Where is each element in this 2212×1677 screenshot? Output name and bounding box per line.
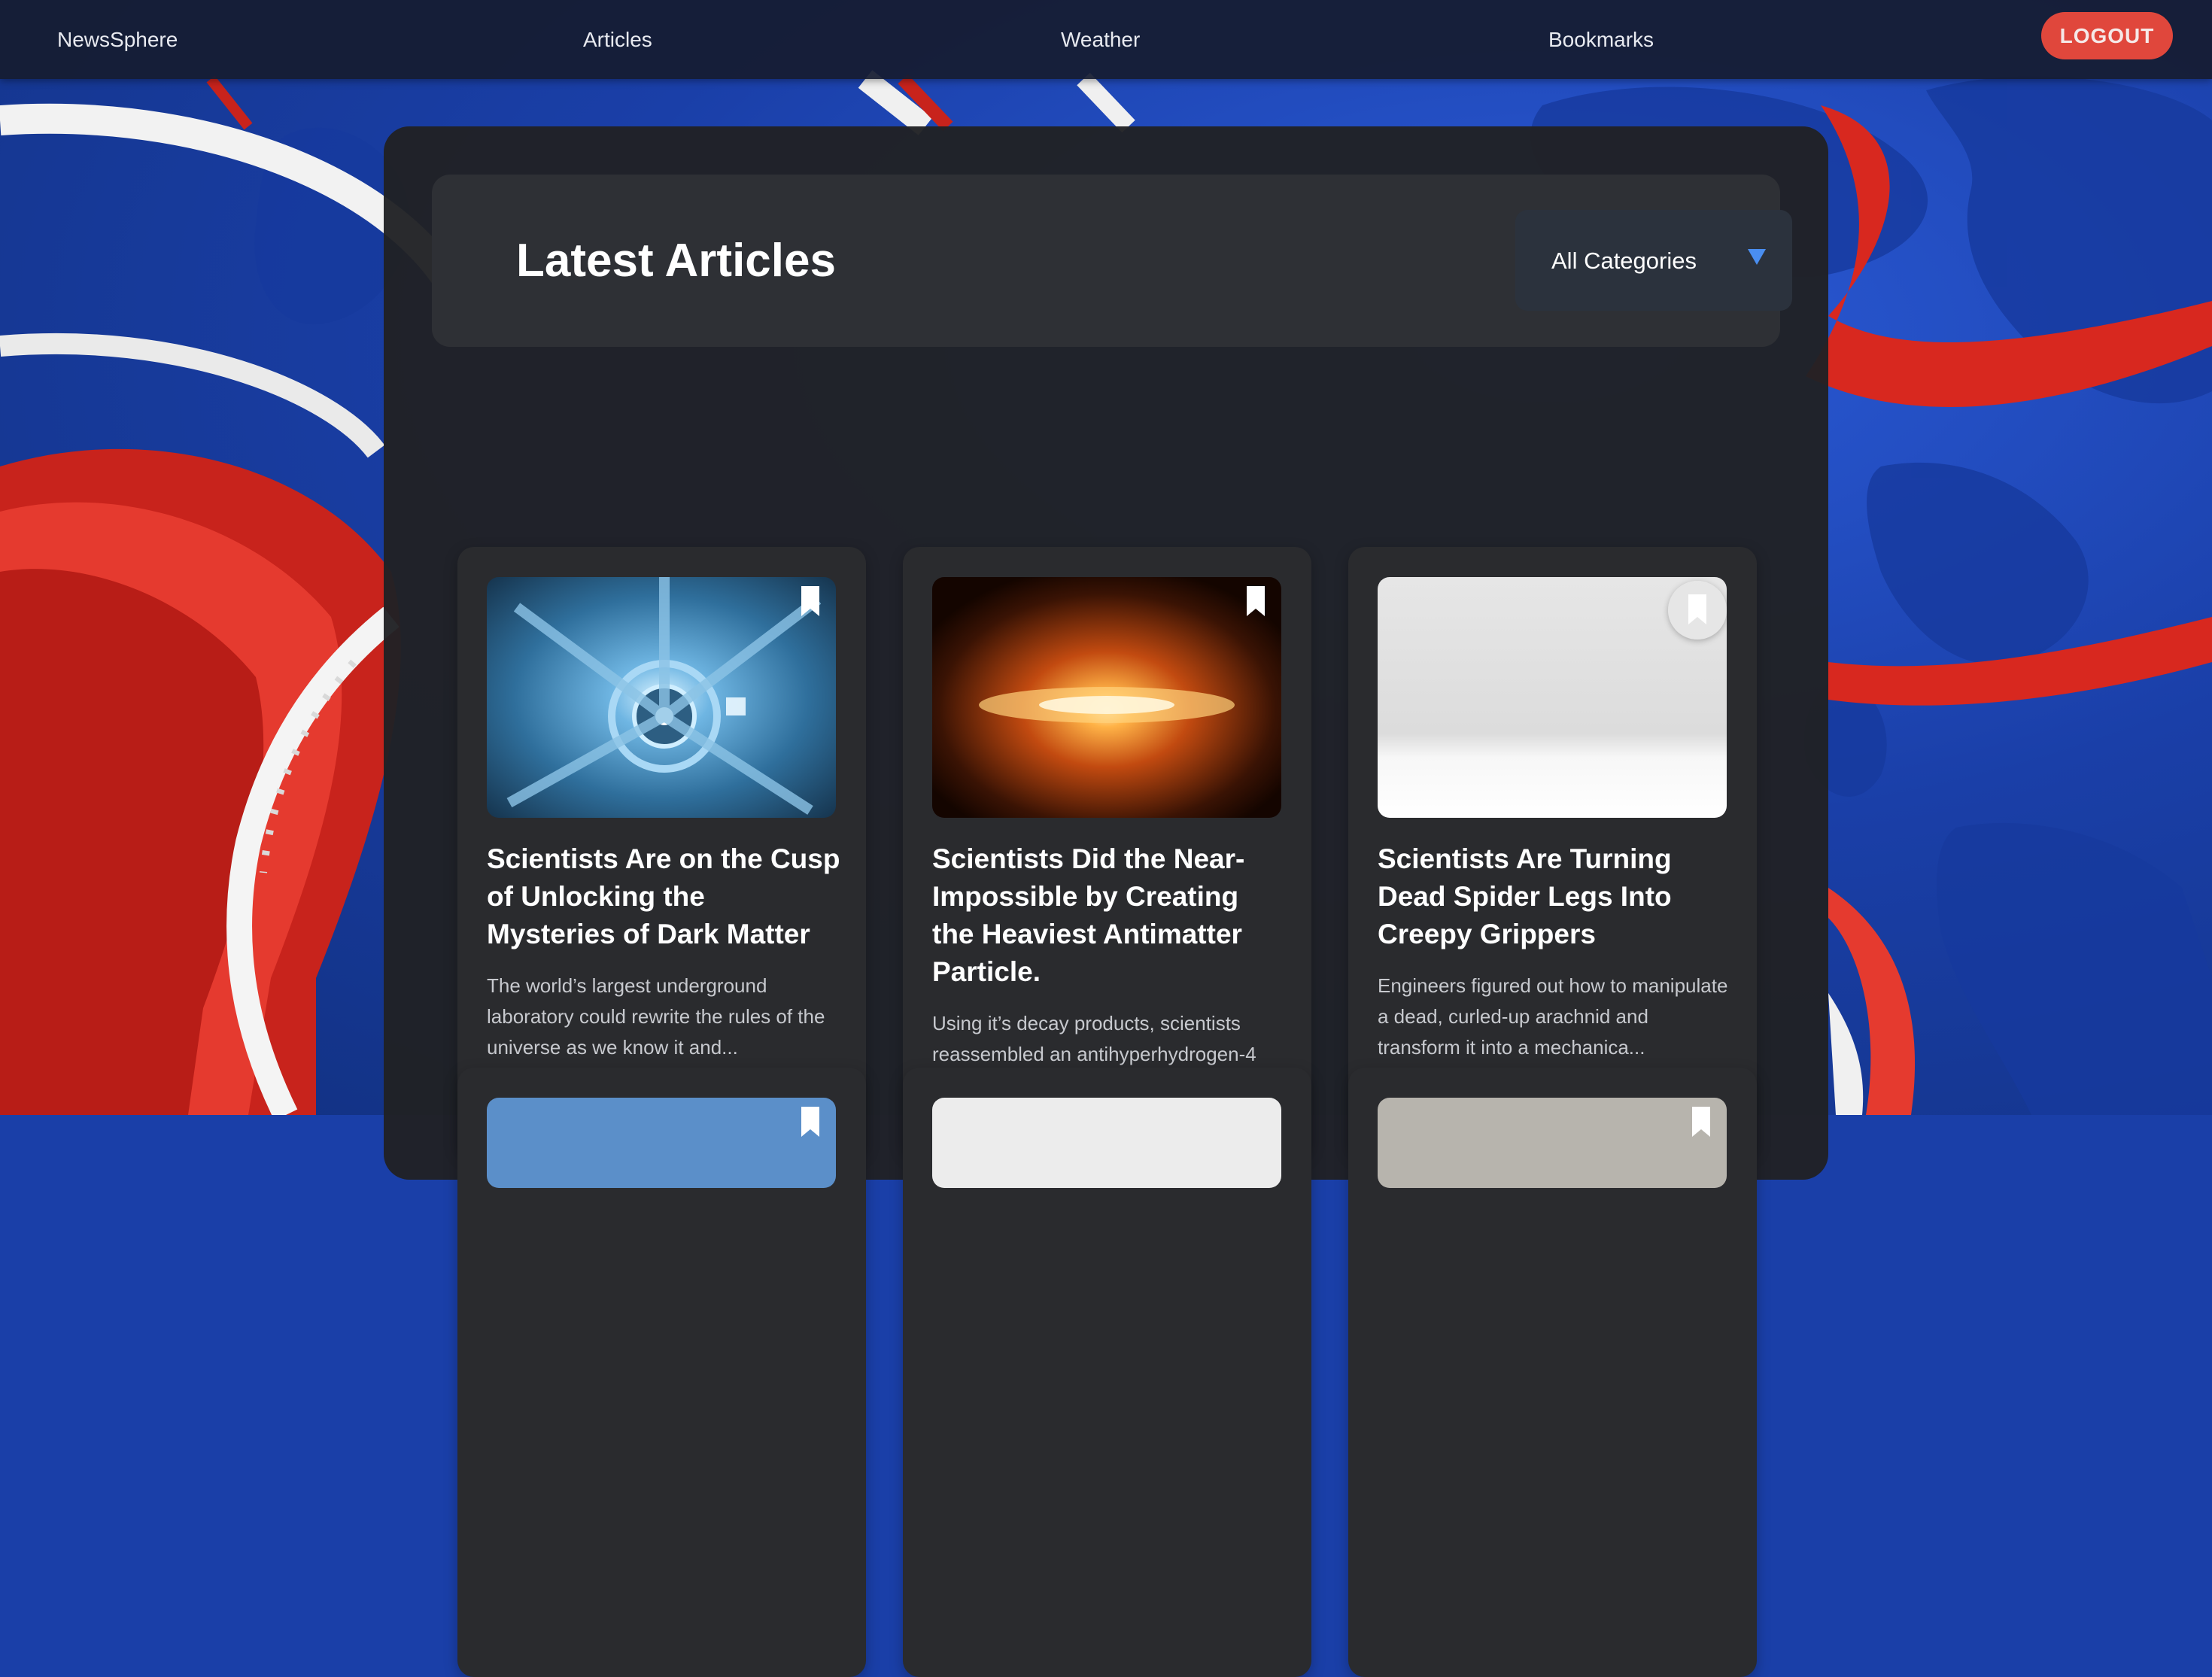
articles-panel: Latest Articles All Categories Scientist… [384, 126, 1828, 1677]
nav-link-bookmarks[interactable]: Bookmarks [1548, 28, 1654, 52]
article-image [1378, 1098, 1727, 1188]
article-excerpt: Engineers figured out how to manipulate … [1378, 974, 1728, 1059]
article-card[interactable]: Scientists Did the Near-Impossible by Cr… [903, 547, 1311, 1156]
article-card[interactable] [903, 1068, 1311, 1677]
category-select-value: All Categories [1551, 248, 1697, 274]
page-title: Latest Articles [516, 235, 836, 287]
bookmark-icon[interactable] [1247, 586, 1265, 616]
article-title[interactable]: Scientists Did the Near-Impossible by Cr… [932, 840, 1286, 991]
article-image [932, 577, 1281, 818]
article-title[interactable]: Scientists Are on the Cusp of Unlocking … [487, 840, 840, 953]
logout-button[interactable]: LOGOUT [2041, 12, 2173, 59]
nav-link-weather[interactable]: Weather [1061, 28, 1140, 52]
bookmark-icon[interactable] [801, 1107, 819, 1137]
top-navbar: NewsSphere Articles Weather Bookmarks LO… [0, 0, 2212, 79]
nav-link-articles[interactable]: Articles [583, 28, 652, 52]
articles-header: Latest Articles All Categories [432, 175, 1792, 347]
article-image [932, 1098, 1281, 1188]
article-image [1378, 577, 1727, 818]
article-card[interactable]: Scientists Are on the Cusp of Unlocking … [457, 547, 866, 1156]
chevron-down-icon [1748, 249, 1766, 265]
brand-logo[interactable]: NewsSphere [57, 28, 178, 52]
article-card[interactable]: Scientists Are Turning Dead Spider Legs … [1348, 547, 1757, 1156]
article-card[interactable] [1348, 1068, 1757, 1677]
article-excerpt: The world’s largest underground laborato… [487, 974, 825, 1059]
category-select[interactable]: All Categories [1515, 210, 1792, 311]
article-title[interactable]: Scientists Are Turning Dead Spider Legs … [1378, 840, 1731, 953]
article-card[interactable] [457, 1068, 866, 1677]
bookmark-icon[interactable] [1692, 1107, 1710, 1137]
bookmark-icon[interactable] [1668, 581, 1727, 640]
article-image [487, 577, 836, 818]
article-image [487, 1098, 836, 1188]
bookmark-icon[interactable] [801, 586, 819, 616]
